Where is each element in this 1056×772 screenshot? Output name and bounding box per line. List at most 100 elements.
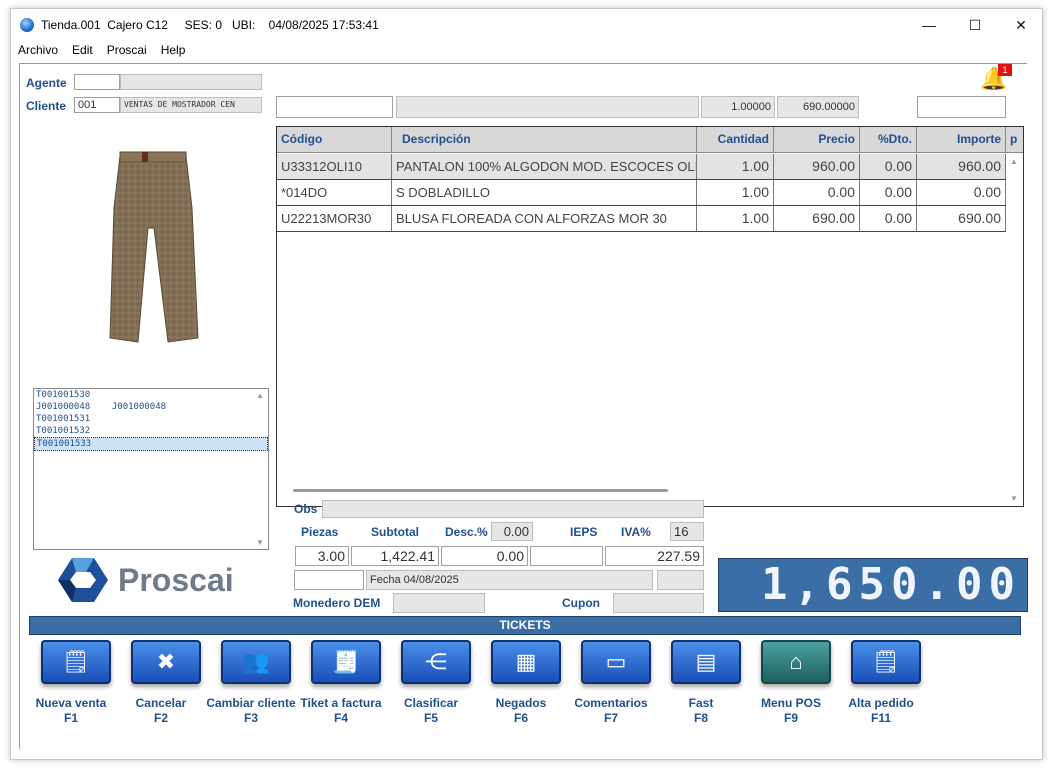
list-item[interactable]: J001000048 J001000048 — [34, 401, 268, 413]
cell-descripcion: PANTALON 100% ALGODON MOD. ESCOCES OLI — [392, 154, 697, 179]
ticket-list[interactable]: T001001530 J001000048 J001000048 T001001… — [33, 388, 269, 550]
descuento-field: 0.00 — [441, 546, 528, 566]
window-title: Tienda.001 Cajero C12 SES: 0 UBI: 04/08/… — [41, 18, 379, 32]
grid-header: Código Descripción Cantidad Precio %Dto.… — [277, 127, 1023, 153]
fkey-key: F5 — [423, 711, 438, 725]
new-sale-icon[interactable]: 🗒 — [41, 640, 111, 684]
col-codigo[interactable]: Código — [277, 127, 392, 153]
ieps-label: IEPS — [570, 525, 598, 539]
col-importe[interactable]: Importe — [917, 127, 1006, 153]
list-item[interactable]: T001001530 — [34, 389, 268, 401]
list-item[interactable]: T001001532 — [34, 425, 268, 437]
extra-field-2 — [657, 570, 704, 590]
cell-precio: 690.00 — [774, 206, 860, 231]
cell-dto: 0.00 — [860, 154, 917, 179]
menu-edit[interactable]: Edit — [65, 41, 100, 61]
menu-archivo[interactable]: Archivo — [11, 41, 65, 61]
cancelar-button[interactable]: ✖ Cancelar F2 — [116, 640, 206, 740]
price-entry-field: 690.00000 — [777, 96, 859, 118]
extra-entry-field[interactable] — [917, 96, 1006, 118]
cancel-icon[interactable]: ✖ — [131, 640, 201, 684]
piezas-field: 3.00 — [295, 546, 349, 566]
proscai-wordmark: Proscai — [118, 562, 234, 598]
agente-code-field[interactable] — [74, 74, 120, 90]
cupon-label: Cupon — [562, 596, 600, 610]
fkey-key: F9 — [783, 711, 798, 725]
total-display: 1,650.00 — [718, 558, 1028, 612]
tiket-a-factura-button[interactable]: 🧾 Tiket a factura F4 — [296, 640, 386, 740]
obs-field[interactable] — [322, 500, 704, 518]
cell-codigo: U33312OLI10 — [277, 154, 392, 179]
minimize-button[interactable]: — — [906, 9, 952, 41]
cell-descripcion: BLUSA FLOREADA CON ALFORZAS MOR 30 — [392, 206, 697, 231]
fecha-field: Fecha 04/08/2025 — [366, 570, 653, 590]
fkey-key: F4 — [333, 711, 348, 725]
monedero-field[interactable] — [393, 593, 485, 613]
scroll-down-icon[interactable]: ▼ — [256, 538, 264, 547]
fkey-key: F11 — [870, 711, 891, 725]
col-p[interactable]: p — [1006, 127, 1023, 153]
users-icon[interactable]: 👥 — [221, 640, 291, 684]
table-icon[interactable]: ▤ — [671, 640, 741, 684]
home-icon[interactable]: ⌂ — [761, 640, 831, 684]
fkey-key: F8 — [693, 711, 708, 725]
iva-label: IVA% — [621, 525, 651, 539]
cell-dto: 0.00 — [860, 206, 917, 231]
scroll-up-icon[interactable]: ▲ — [1010, 157, 1018, 166]
cell-importe: 960.00 — [917, 154, 1006, 179]
table-row[interactable]: U22213MOR30 BLUSA FLOREADA CON ALFORZAS … — [277, 206, 1006, 232]
scroll-up-icon[interactable]: ▲ — [256, 391, 264, 400]
menu-bar: Archivo Edit Proscai Help — [11, 41, 1042, 61]
cell-codigo: *014DO — [277, 180, 392, 205]
new-order-icon[interactable]: 🗒 — [851, 640, 921, 684]
list-item-selected[interactable]: T001001533 — [34, 437, 268, 451]
qty-entry-field: 1.00000 — [701, 96, 775, 118]
menu-pos-button[interactable]: ⌂ Menu POS F9 — [746, 640, 836, 740]
cell-cantidad: 1.00 — [697, 206, 774, 231]
items-grid[interactable]: Código Descripción Cantidad Precio %Dto.… — [276, 126, 1024, 507]
col-dto[interactable]: %Dto. — [860, 127, 917, 153]
cupon-field[interactable] — [613, 593, 704, 613]
negados-button[interactable]: ▦ Negados F6 — [476, 640, 566, 740]
desc-pct-field[interactable]: 0.00 — [491, 522, 533, 541]
monedero-label: Monedero DEM — [293, 596, 381, 610]
classify-icon[interactable]: ⋲ — [401, 640, 471, 684]
fast-button[interactable]: ▤ Fast F8 — [656, 640, 746, 740]
close-button[interactable]: ✕ — [998, 9, 1044, 41]
grid-vertical-scrollbar[interactable]: ▲ ▼ — [1006, 153, 1023, 506]
invoice-icon[interactable]: 🧾 — [311, 640, 381, 684]
table-row[interactable]: *014DO S DOBLADILLO 1.00 0.00 0.00 0.00 — [277, 180, 1006, 206]
alta-pedido-button[interactable]: 🗒 Alta pedido F11 — [836, 640, 926, 740]
main-content: Agente Cliente 001 VENTAS DE MOSTRADOR C… — [19, 63, 1028, 749]
comentarios-button[interactable]: ▭ Comentarios F7 — [566, 640, 656, 740]
code-entry-field[interactable] — [276, 96, 393, 118]
cell-cantidad: 1.00 — [697, 154, 774, 179]
maximize-button[interactable]: ☐ — [952, 9, 998, 41]
extra-field-1[interactable] — [294, 570, 364, 590]
obs-label: Obs — [294, 502, 318, 516]
fkey-key: F1 — [63, 711, 78, 725]
cliente-label: Cliente — [26, 99, 67, 113]
grid-icon[interactable]: ▦ — [491, 640, 561, 684]
tickets-bar: TICKETS — [29, 616, 1021, 635]
grid-horizontal-scrollbar[interactable] — [293, 489, 668, 492]
cell-importe: 0.00 — [917, 180, 1006, 205]
scroll-down-icon[interactable]: ▼ — [1010, 494, 1018, 503]
list-item[interactable]: T001001531 — [34, 413, 268, 425]
clasificar-button[interactable]: ⋲ Clasificar F5 — [386, 640, 476, 740]
table-row[interactable]: U33312OLI10 PANTALON 100% ALGODON MOD. E… — [277, 154, 1006, 180]
cliente-code-field[interactable]: 001 — [74, 97, 120, 113]
menu-proscai[interactable]: Proscai — [100, 41, 154, 61]
col-descripcion[interactable]: Descripción — [392, 127, 697, 153]
menu-help[interactable]: Help — [154, 41, 193, 61]
product-image — [109, 151, 199, 343]
comment-icon[interactable]: ▭ — [581, 640, 651, 684]
col-precio[interactable]: Precio — [774, 127, 860, 153]
nueva-venta-button[interactable]: 🗒 Nueva venta F1 — [26, 640, 116, 740]
cell-codigo: U22213MOR30 — [277, 206, 392, 231]
fkey-key: F6 — [513, 711, 528, 725]
col-cantidad[interactable]: Cantidad — [697, 127, 774, 153]
app-window: Tienda.001 Cajero C12 SES: 0 UBI: 04/08/… — [10, 8, 1043, 760]
cambiar-cliente-button[interactable]: 👥 Cambiar cliente F3 — [206, 640, 296, 740]
iva-pct-field: 16 — [670, 522, 704, 541]
